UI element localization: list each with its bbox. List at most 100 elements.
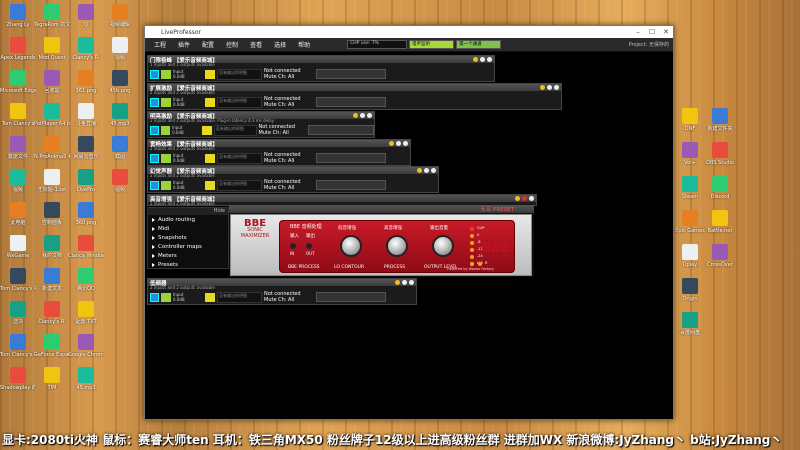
desktop-icon[interactable]: 回收站: [34, 70, 70, 94]
output-level-knob[interactable]: [432, 235, 454, 257]
mute-button[interactable]: Mute: [264, 74, 277, 80]
desktop-icon[interactable]: 配置.TXT: [68, 301, 104, 325]
menu-item-view[interactable]: 查看: [245, 40, 267, 49]
bypass-icon[interactable]: [389, 141, 394, 146]
power-icon[interactable]: [360, 113, 365, 118]
bypass-icon[interactable]: [417, 168, 422, 173]
desktop-icon[interactable]: Google Chrome: [68, 334, 104, 358]
desktop-icon[interactable]: 数据文件: [0, 136, 36, 160]
menu-item-help[interactable]: 帮助: [293, 40, 315, 49]
desktop-icon[interactable]: 视频: [102, 169, 138, 193]
power-icon[interactable]: [424, 168, 429, 173]
edit-button[interactable]: [205, 292, 215, 302]
input-button[interactable]: [161, 97, 171, 107]
sidebar-item-snapshots[interactable]: Snapshots: [148, 233, 228, 242]
liveprofessor-window[interactable]: LiveProfessor – ☐ ✕ 工程 插件 配置 控制 查看 选择 帮助…: [144, 25, 674, 420]
power-icon[interactable]: [547, 85, 552, 90]
desktop-icon[interactable]: 无标题-1.txt: [34, 169, 70, 193]
bypass-icon[interactable]: [515, 196, 520, 201]
menu-item-select[interactable]: 选择: [269, 40, 291, 49]
sidebar-item-presets[interactable]: Presets: [148, 260, 228, 269]
power-icon[interactable]: [396, 141, 401, 146]
mute-button[interactable]: Mute: [264, 185, 277, 191]
desktop-icon[interactable]: TegraRom 的文件: [34, 4, 70, 28]
mute-button[interactable]: Mute: [264, 297, 277, 303]
edit-button[interactable]: [205, 97, 215, 107]
edit-button[interactable]: [205, 180, 215, 190]
settings-icon[interactable]: [487, 57, 492, 62]
input-button[interactable]: [161, 292, 171, 302]
desktop-icon[interactable]: Tom Clancy's: [0, 103, 36, 127]
desktop-icon[interactable]: Clancy's R.: [34, 301, 70, 325]
out-switch[interactable]: [306, 243, 312, 249]
desktop-icon[interactable]: 视频: [102, 37, 138, 61]
menu-item-config[interactable]: 配置: [197, 40, 219, 49]
plugin-window-icon[interactable]: [150, 97, 159, 107]
plugin-window-icon[interactable]: [150, 292, 159, 302]
channel-select[interactable]: Ch: All: [278, 297, 294, 303]
mute-button[interactable]: Mute: [259, 130, 272, 136]
menu-item-plugin[interactable]: 插件: [173, 40, 195, 49]
desktop-icon[interactable]: 45b.png: [102, 70, 138, 94]
settings-icon[interactable]: [529, 196, 534, 201]
desktop-icon[interactable]: CrossOver: [702, 244, 738, 268]
mute-button[interactable]: Mute: [264, 158, 277, 164]
lo-contour-knob[interactable]: [340, 235, 362, 257]
power-icon[interactable]: [480, 57, 485, 62]
maximize-button[interactable]: ☐: [645, 28, 659, 36]
menu-item-project[interactable]: 工程: [149, 40, 171, 49]
desktop-icon[interactable]: 361.png: [68, 70, 104, 94]
desktop-icon[interactable]: Microsoft Edge: [0, 70, 36, 94]
sidebar-item-midi[interactable]: Midi: [148, 224, 228, 233]
sidebar-item-controller-maps[interactable]: Controller maps: [148, 242, 228, 251]
desktop-icon[interactable]: Zhang Ly: [0, 4, 36, 28]
desktop-icon[interactable]: 45.mp3: [102, 103, 138, 127]
desktop-icon[interactable]: 斗鱼直播: [68, 103, 104, 127]
desktop-icon[interactable]: 45.mp3: [68, 367, 104, 391]
desktop-icon[interactable]: Apex Legends: [0, 37, 36, 61]
settings-icon[interactable]: [554, 85, 559, 90]
bypass-icon[interactable]: [540, 85, 545, 90]
window-titlebar[interactable]: LiveProfessor – ☐ ✕: [145, 26, 673, 38]
desktop-icon[interactable]: WeGame: [0, 235, 36, 259]
channel-select[interactable]: Ch: All: [278, 74, 294, 80]
settings-icon[interactable]: [409, 280, 414, 285]
desktop-icon[interactable]: Shadowplay 的文件: [0, 367, 36, 391]
plugin-window-icon[interactable]: [150, 180, 159, 190]
plugin-window-icon[interactable]: [150, 125, 159, 135]
desktop-icon[interactable]: Clancy's R.: [68, 37, 104, 61]
sidebar-hide-button[interactable]: Hide: [148, 208, 228, 215]
desktop-icon[interactable]: Origin: [672, 278, 708, 302]
desktop-icon[interactable]: 360.png: [68, 202, 104, 226]
input-button[interactable]: [161, 69, 171, 79]
power-icon[interactable]: [402, 280, 407, 285]
settings-icon[interactable]: [431, 168, 436, 173]
menu-item-control[interactable]: 控制: [221, 40, 243, 49]
preset-label[interactable]: 无名 PRESET: [480, 205, 534, 213]
plugin-window-icon[interactable]: [150, 153, 159, 163]
in-switch[interactable]: [290, 243, 296, 249]
desktop-icon[interactable]: LivePro: [68, 169, 104, 193]
settings-icon[interactable]: [367, 113, 372, 118]
desktop-icon[interactable]: N.ProAnimaS 程序: [34, 136, 70, 160]
sidebar-item-audio-routing[interactable]: Audio routing: [148, 215, 228, 224]
channel-select[interactable]: Ch: All: [278, 158, 294, 164]
desktop-icon[interactable]: 腾讯QQ: [68, 268, 104, 292]
desktop-icon[interactable]: GeForce Experience: [34, 334, 70, 358]
edit-button[interactable]: [202, 125, 212, 135]
edit-button[interactable]: [205, 69, 215, 79]
desktop-icon[interactable]: TIM: [34, 367, 70, 391]
desktop-icon[interactable]: Tom Clancy's R.: [0, 334, 36, 358]
desktop-icon[interactable]: 新建文件夹: [702, 108, 738, 132]
input-button[interactable]: [161, 153, 171, 163]
desktop-icon[interactable]: Tom Clancy's R.: [0, 268, 36, 292]
bypass-icon[interactable]: [353, 113, 358, 118]
desktop-icon[interactable]: 此电脑: [0, 202, 36, 226]
desktop-icon[interactable]: Q: [68, 4, 104, 28]
desktop-icon[interactable]: 控制面板: [34, 202, 70, 226]
desktop-icon[interactable]: Discord: [702, 176, 738, 200]
channel-select[interactable]: Ch: All: [278, 102, 294, 108]
desktop-icon[interactable]: Mod Quest: [34, 37, 70, 61]
desktop-icon[interactable]: OBS Studio: [702, 142, 738, 166]
desktop-icon[interactable]: 视频编辑: [102, 4, 138, 28]
